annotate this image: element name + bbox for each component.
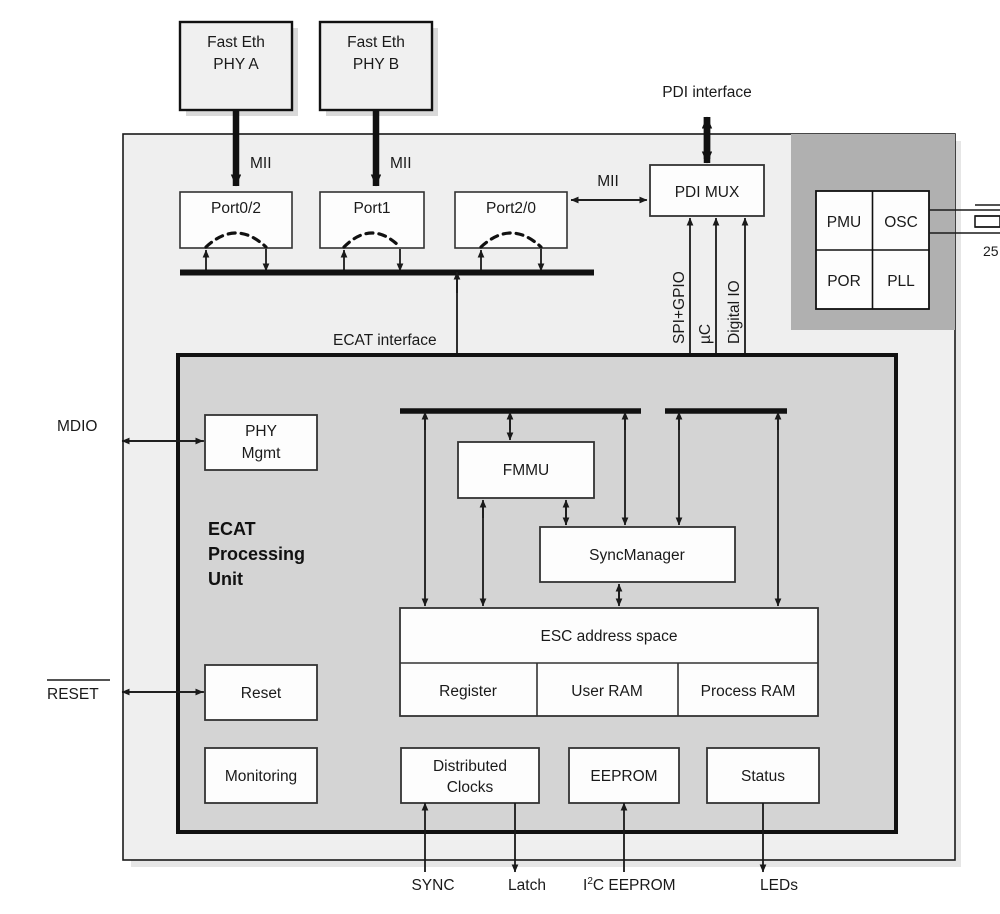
mii-label-b: MII [390, 155, 412, 172]
esc-region-register: Register [439, 683, 497, 700]
block-distributed-clocks: Distributed Clocks [400, 747, 540, 804]
esc-address-space: ESC address space Register User RAM Proc… [399, 607, 819, 717]
distributed-clocks-label-line2: Clocks [447, 779, 494, 796]
status-label: Status [741, 768, 785, 785]
monitoring-label: Monitoring [225, 768, 297, 785]
pdi-label-digital-io: Digital IO [726, 280, 743, 344]
clock-cell-pll: PLL [887, 273, 915, 290]
phy-b-label-line1: Fast Eth [347, 34, 405, 51]
reset-pin-label: RESET [47, 686, 99, 703]
pdi-mux-label: PDI MUX [675, 184, 740, 201]
mii-label-pdi: MII [597, 173, 619, 190]
block-status: Status [706, 747, 820, 804]
pdi-label-uc: µC [697, 324, 714, 344]
port-box-port2: Port2/0 [454, 191, 568, 249]
block-fmmu: FMMU [457, 441, 595, 499]
fast-eth-phy-a: Fast Eth PHY A [178, 20, 294, 112]
pdi-label-spi-gpio: SPI+GPIO [671, 271, 688, 344]
signal-label-leds: LEDs [760, 877, 798, 894]
clock-cell-pmu: PMU [827, 214, 861, 231]
fast-eth-phy-b: Fast Eth PHY B [318, 20, 434, 112]
esc-region-process-ram: Process RAM [701, 683, 796, 700]
block-monitoring: Monitoring [204, 747, 318, 804]
crystal-frequency-label: 25 [983, 243, 999, 259]
phy-a-label-line1: Fast Eth [207, 34, 265, 51]
phy-mgmt-label-line2: Mgmt [242, 445, 281, 462]
syncmanager-label: SyncManager [589, 547, 685, 564]
epu-title-line3: Unit [208, 569, 243, 589]
esc-header-label: ESC address space [541, 628, 678, 645]
signal-label-sync: SYNC [411, 877, 454, 894]
block-diagram: Fast Eth PHY A Fast Eth PHY B MII MII Po… [47, 20, 1000, 894]
mii-label-a: MII [250, 155, 272, 172]
pdi-mux-box: PDI MUX [649, 164, 765, 217]
phy-a-label-line2: PHY A [213, 56, 259, 73]
block-phy-mgmt: PHY Mgmt [204, 414, 318, 471]
block-reset: Reset [204, 664, 318, 721]
port2-label: Port2/0 [486, 200, 536, 217]
epu-title-line1: ECAT [208, 519, 256, 539]
distributed-clocks-label-line1: Distributed [433, 758, 507, 775]
block-syncmanager: SyncManager [539, 526, 736, 583]
block-eeprom: EEPROM [568, 747, 680, 804]
i2c-suffix: C EEPROM [593, 877, 676, 894]
esc-region-user-ram: User RAM [571, 683, 642, 700]
reset-label: Reset [241, 685, 282, 702]
port-box-port1: Port1 [319, 191, 425, 249]
diagram-canvas: Fast Eth PHY A Fast Eth PHY B MII MII Po… [0, 0, 1000, 914]
clock-region-grid: PMU OSC POR PLL [815, 190, 930, 310]
phy-mgmt-label-line1: PHY [245, 423, 277, 440]
phy-b-label-line2: PHY B [353, 56, 399, 73]
clock-cell-por: POR [827, 273, 861, 290]
signal-label-latch: Latch [508, 877, 546, 894]
signal-label-i2c-eeprom: I2C EEPROM [583, 876, 676, 894]
eeprom-label: EEPROM [590, 768, 657, 785]
port1-label: Port1 [353, 200, 390, 217]
port-box-port0: Port0/2 [179, 191, 293, 249]
mdio-label: MDIO [57, 418, 97, 435]
epu-title-line2: Processing [208, 544, 305, 564]
port0-label: Port0/2 [211, 200, 261, 217]
pdi-interface-label: PDI interface [662, 84, 752, 101]
fmmu-label: FMMU [503, 462, 550, 479]
ecat-interface-label: ECAT interface [333, 332, 437, 349]
clock-cell-osc: OSC [884, 214, 918, 231]
